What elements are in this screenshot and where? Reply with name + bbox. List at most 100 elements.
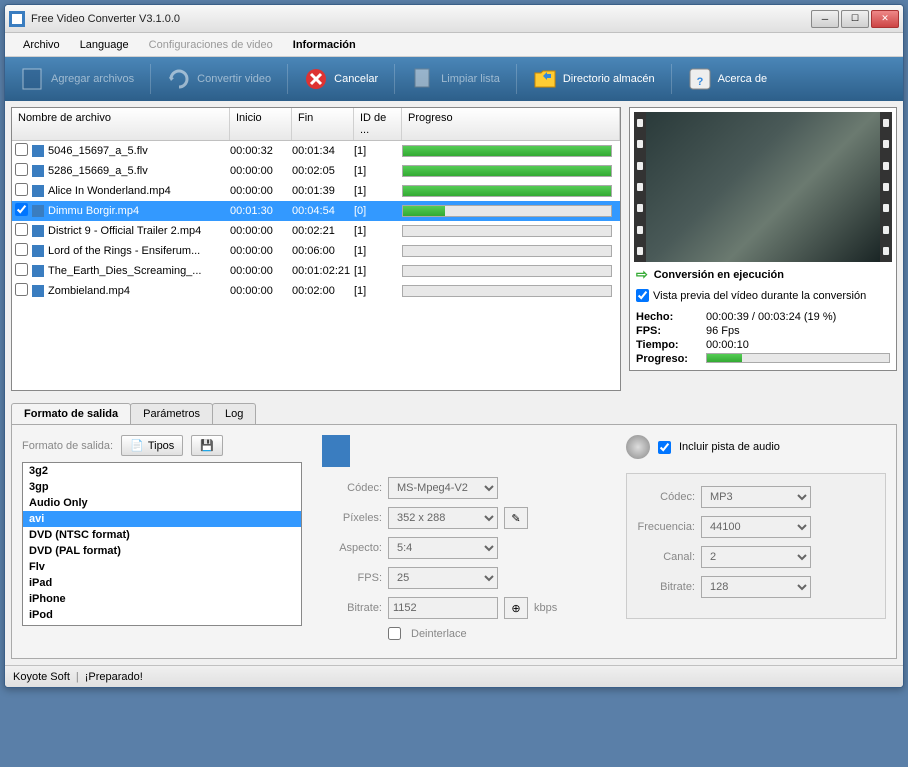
table-row[interactable]: Alice In Wonderland.mp400:00:0000:01:39[… [12,181,620,201]
row-checkbox[interactable] [15,263,28,276]
toolbar: Agregar archivos Convertir video Cancela… [5,57,903,101]
format-item[interactable]: DVD (NTSC format) [23,527,301,543]
col-end[interactable]: Fin [292,108,354,140]
file-icon [32,285,44,297]
preview-during-conversion-checkbox[interactable] [636,289,649,302]
play-arrow-icon: ⇨ [636,266,648,283]
format-item[interactable]: Flv [23,559,301,575]
close-button[interactable]: ✕ [871,10,899,28]
video-codec-label: Códec: [322,482,382,494]
status-separator: | [76,671,79,683]
save-format-button[interactable]: 💾 [191,435,223,456]
start-cell: 00:01:30 [230,205,292,217]
file-list-pane: Nombre de archivo Inicio Fin ID de ... P… [11,107,621,391]
audio-codec-select[interactable]: MP3 [701,486,811,508]
table-row[interactable]: Lord of the Rings - Ensiferum...00:00:00… [12,241,620,261]
col-name[interactable]: Nombre de archivo [12,108,230,140]
format-label: Formato de salida: [22,440,113,452]
format-list[interactable]: 3g23gpAudio OnlyaviDVD (NTSC format)DVD … [22,462,302,626]
clear-icon [411,67,435,91]
maximize-button[interactable]: ☐ [841,10,869,28]
row-checkbox[interactable] [15,203,28,216]
tab-params[interactable]: Parámetros [130,403,213,424]
id-cell: [1] [354,265,402,277]
col-id[interactable]: ID de ... [354,108,402,140]
id-cell: [1] [354,245,402,257]
row-checkbox[interactable] [15,283,28,296]
start-cell: 00:00:32 [230,145,292,157]
audio-channel-select[interactable]: 2 [701,546,811,568]
table-row[interactable]: Zombieland.mp400:00:0000:02:00[1] [12,281,620,301]
audio-bitrate-label: Bitrate: [635,581,695,593]
format-item[interactable]: 3gp [23,479,301,495]
end-cell: 00:01:02:21 [292,265,354,277]
format-item[interactable]: 3g2 [23,463,301,479]
deinterlace-checkbox[interactable] [388,627,401,640]
stat-done-label: Hecho: [636,311,706,323]
format-item[interactable]: iPhone [23,591,301,607]
format-item[interactable]: DVD (PAL format) [23,543,301,559]
file-name-cell: Dimmu Borgir.mp4 [30,205,230,217]
menubar: Archivo Language Configuraciones de vide… [5,33,903,57]
tab-log[interactable]: Log [212,403,256,424]
menu-language[interactable]: Language [70,36,139,54]
convert-button[interactable]: Convertir video [157,61,281,97]
format-item[interactable]: iPad [23,575,301,591]
tab-output-format[interactable]: Formato de salida [11,403,131,424]
video-pixels-select[interactable]: 352 x 288 [388,507,498,529]
separator [287,64,288,94]
end-cell: 00:04:54 [292,205,354,217]
col-start[interactable]: Inicio [230,108,292,140]
table-row[interactable]: District 9 - Official Trailer 2.mp400:00… [12,221,620,241]
progress-cell [402,285,620,297]
format-item[interactable]: Audio Only [23,495,301,511]
cancel-button[interactable]: Cancelar [294,61,388,97]
table-row[interactable]: The_Earth_Dies_Screaming_...00:00:0000:0… [12,261,620,281]
file-name-cell: 5046_15697_a_5.flv [30,145,230,157]
file-icon [32,225,44,237]
table-row[interactable]: 5286_15669_a_5.flv00:00:0000:02:05[1] [12,161,620,181]
menu-info[interactable]: Información [283,36,366,54]
clear-button[interactable]: Limpiar lista [401,61,510,97]
video-bitrate-input[interactable] [388,597,498,619]
row-checkbox[interactable] [15,243,28,256]
row-checkbox[interactable] [15,223,28,236]
add-files-button[interactable]: Agregar archivos [11,61,144,97]
edit-pixels-button[interactable]: ✎ [504,507,528,529]
save-icon: 💾 [200,439,214,452]
bitrate-calc-button[interactable]: ⊕ [504,597,528,619]
preview-checkbox-label: Vista previa del vídeo durante la conver… [653,290,866,302]
format-item[interactable]: avi [23,511,301,527]
app-icon [9,11,25,27]
col-progress[interactable]: Progreso [402,108,620,140]
include-audio-checkbox[interactable] [658,441,671,454]
settings-section: Formato de salida Parámetros Log Formato… [5,397,903,665]
video-fps-label: FPS: [322,572,382,584]
table-row[interactable]: Dimmu Borgir.mp400:01:3000:04:54[0] [12,201,620,221]
end-cell: 00:02:00 [292,285,354,297]
menu-video-config[interactable]: Configuraciones de video [139,36,283,54]
minimize-button[interactable]: ─ [811,10,839,28]
cancel-icon [304,67,328,91]
table-row[interactable]: 5046_15697_a_5.flv00:00:3200:01:34[1] [12,141,620,161]
row-checkbox[interactable] [15,183,28,196]
video-fps-select[interactable]: 25 [388,567,498,589]
start-cell: 00:00:00 [230,165,292,177]
start-cell: 00:00:00 [230,185,292,197]
output-dir-button[interactable]: Directorio almacén [523,61,665,97]
types-button[interactable]: 📄Tipos [121,435,183,456]
about-button[interactable]: ? Acerca de [678,61,778,97]
conversion-status: ⇨ Conversión en ejecución [634,262,892,287]
stat-time-label: Tiempo: [636,339,706,351]
format-item[interactable]: iPod [23,607,301,623]
audio-bitrate-select[interactable]: 128 [701,576,811,598]
video-aspect-select[interactable]: 5:4 [388,537,498,559]
row-checkbox[interactable] [15,163,28,176]
video-codec-select[interactable]: MS-Mpeg4-V2 [388,477,498,499]
svg-text:?: ? [696,76,703,88]
audio-freq-select[interactable]: 44100 [701,516,811,538]
progress-cell [402,165,620,177]
row-checkbox[interactable] [15,143,28,156]
menu-file[interactable]: Archivo [13,36,70,54]
separator [150,64,151,94]
